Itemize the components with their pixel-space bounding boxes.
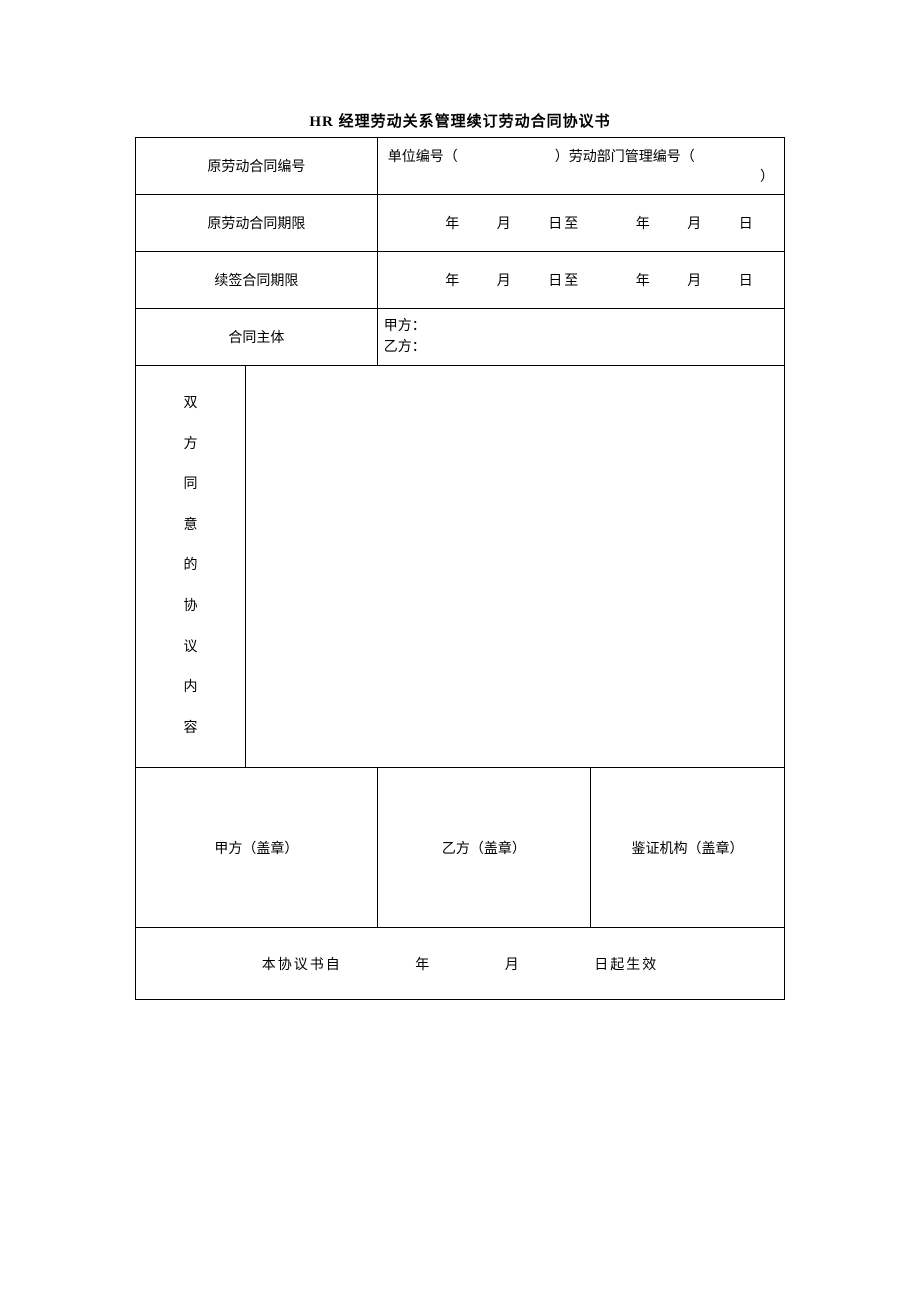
r-month2: 月 [687,274,703,289]
r-year1: 年 [445,274,461,289]
document-title: HR 经理劳动关系管理续订劳动合同协议书 [135,110,785,131]
vchar-6: 协 [136,587,245,628]
eff-year: 年 [415,958,431,973]
vchar-9: 容 [136,709,245,750]
vchar-1: 双 [136,384,245,425]
row-agreement-content: 双 方 同 意 的 协 议 内 容 [136,366,785,768]
stamp-party-a: 甲方（盖章） [136,768,378,928]
party-b-label: 乙方： [384,337,784,358]
close-paren: ） [760,166,774,186]
label-agreement-content: 双 方 同 意 的 协 议 内 容 [136,366,246,768]
unit-no-label: 单位编号（ [388,150,458,165]
contract-table: 原劳动合同编号 单位编号（ ）劳动部门管理编号（ ） 原劳动合同期限 年 月 日… [135,137,785,1000]
value-renewal-period: 年 月 日至 年 月 日 [377,252,784,309]
eff-suffix: 日起生效 [594,958,658,973]
row-contract-parties: 合同主体 甲方： 乙方： [136,309,785,366]
month1: 月 [497,217,513,232]
row-renewal-period: 续签合同期限 年 月 日至 年 月 日 [136,252,785,309]
day2: 日 [739,217,755,232]
year1: 年 [445,217,461,232]
value-contract-parties: 甲方： 乙方： [377,309,784,366]
r-day1: 日至 [548,274,580,289]
vchar-4: 意 [136,506,245,547]
party-a-label: 甲方： [384,316,784,337]
value-original-contract-no: 单位编号（ ）劳动部门管理编号（ ） [377,138,784,195]
day1: 日至 [548,217,580,232]
value-agreement-content [246,366,785,768]
label-renewal-period: 续签合同期限 [136,252,378,309]
stamp-party-b: 乙方（盖章） [377,768,590,928]
stamp-witness: 鉴证机构（盖章） [591,768,785,928]
vchar-3: 同 [136,465,245,506]
eff-month: 月 [505,958,521,973]
year2: 年 [636,217,652,232]
label-contract-parties: 合同主体 [136,309,378,366]
eff-prefix: 本协议书自 [262,958,342,973]
vchar-2: 方 [136,425,245,466]
labor-dept-no-label: ）劳动部门管理编号（ [555,150,695,165]
label-original-contract-no: 原劳动合同编号 [136,138,378,195]
vchar-8: 内 [136,668,245,709]
r-month1: 月 [497,274,513,289]
value-original-period: 年 月 日至 年 月 日 [377,195,784,252]
row-effective: 本协议书自 年 月 日起生效 [136,928,785,1000]
row-stamps: 甲方（盖章） 乙方（盖章） 鉴证机构（盖章） [136,768,785,928]
r-year2: 年 [636,274,652,289]
row-original-contract-period: 原劳动合同期限 年 月 日至 年 月 日 [136,195,785,252]
month2: 月 [687,217,703,232]
row-original-contract-no: 原劳动合同编号 单位编号（ ）劳动部门管理编号（ ） [136,138,785,195]
effective-date: 本协议书自 年 月 日起生效 [136,928,785,1000]
label-original-period: 原劳动合同期限 [136,195,378,252]
vchar-5: 的 [136,546,245,587]
r-day2: 日 [739,274,755,289]
vchar-7: 议 [136,628,245,669]
